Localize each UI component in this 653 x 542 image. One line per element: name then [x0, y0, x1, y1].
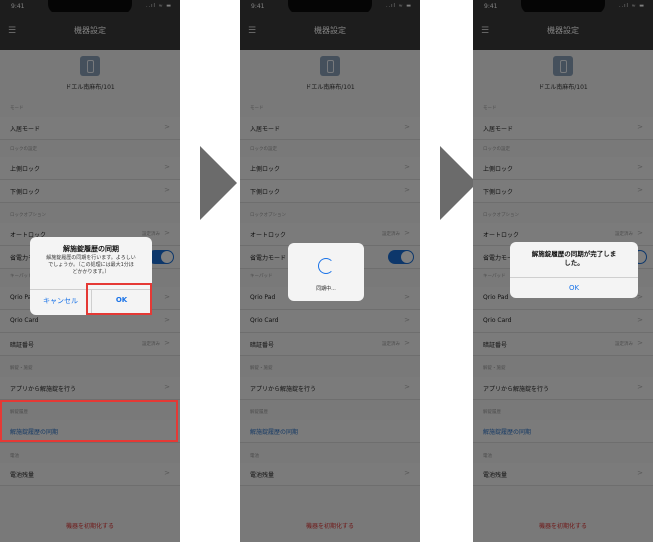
phone-screen-confirm: 9:41 ..ıl ≈ ▬ ☰ 機器設定 ドエル南麻布/101 モード 入居モー… [0, 0, 180, 542]
loading-spinner-icon [318, 258, 334, 274]
dialog-title: 解施錠履歴の同期 [63, 245, 119, 253]
complete-dialog: 解施錠履歴の同期が完了しま した。 OK [510, 242, 638, 298]
dialog-title: 解施錠履歴の同期が完了しま した。 [510, 250, 638, 268]
dialog-message: 解施錠履歴の同期を行います。よろしい でしょうか。（この処理には最大1分ほ どか… [36, 255, 146, 276]
history-sync-highlight-box [0, 400, 178, 442]
syncing-text: 同期中... [316, 286, 336, 292]
cancel-button[interactable]: キャンセル [30, 296, 91, 306]
dialog-message-line: 解施錠履歴の同期を行います。よろしい [46, 255, 136, 261]
step-arrow-icon [440, 146, 477, 220]
dialog-divider [510, 277, 638, 278]
step-arrow-icon [200, 146, 237, 220]
dialog-message-line: でしょうか。（この処理には最大1分ほ [48, 262, 134, 268]
dialog-title-line: 解施錠履歴の同期が完了しま [531, 250, 617, 258]
ok-button[interactable]: OK [510, 284, 638, 292]
ok-highlight-box [86, 283, 152, 315]
dialog-title-line: した。 [564, 259, 584, 267]
phone-screen-syncing: 9:41 ..ıl ≈ ▬ ☰ 機器設定 ドエル南麻布/101 モード 入居モー… [240, 0, 420, 542]
phone-screen-complete: 9:41 ..ıl ≈ ▬ ☰ 機器設定 ドエル南麻布/101 モード 入居モー… [473, 0, 653, 542]
syncing-dialog: 同期中... [288, 243, 364, 301]
dialog-message-line: どかかります。） [72, 269, 110, 275]
